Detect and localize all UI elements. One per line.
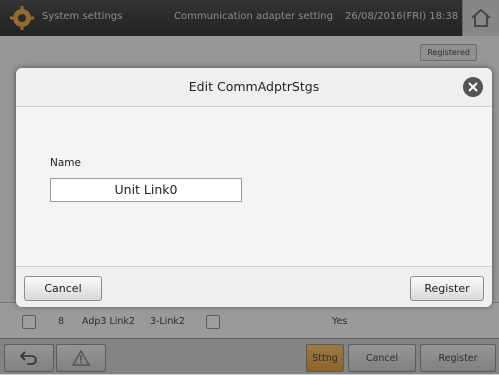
close-button[interactable] <box>463 77 483 97</box>
dialog-title: Edit CommAdptrStgs <box>188 79 320 94</box>
dialog-footer: Cancel Register <box>16 266 492 307</box>
edit-dialog: Edit CommAdptrStgs Name Unit Link0 Cance… <box>16 68 492 307</box>
cancel-button[interactable]: Cancel <box>24 276 102 301</box>
name-label: Name <box>50 157 81 169</box>
dialog-header: Edit CommAdptrStgs <box>16 68 492 107</box>
register-button[interactable]: Register <box>410 276 484 301</box>
name-field[interactable]: Unit Link0 <box>50 178 242 202</box>
close-icon <box>468 82 478 92</box>
